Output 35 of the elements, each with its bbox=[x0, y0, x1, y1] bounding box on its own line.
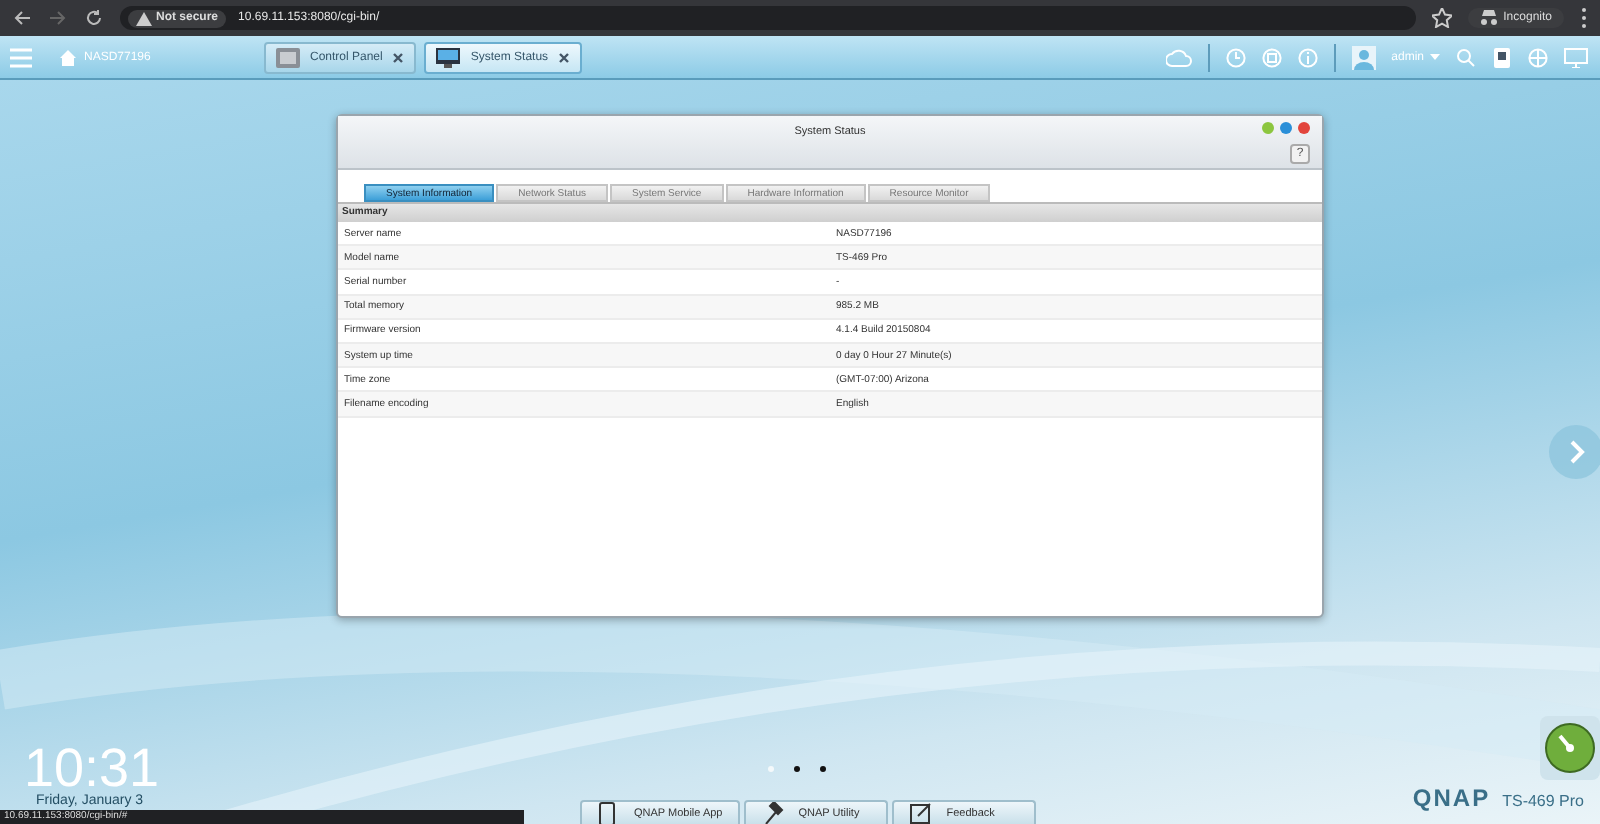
home-icon bbox=[60, 49, 76, 65]
notebook-icon[interactable] bbox=[1492, 47, 1512, 67]
globe-icon[interactable] bbox=[1528, 47, 1548, 67]
forward-icon[interactable] bbox=[48, 8, 68, 28]
search-icon[interactable] bbox=[1456, 47, 1476, 67]
monitor-icon bbox=[436, 47, 461, 67]
user-avatar-icon[interactable] bbox=[1351, 45, 1376, 69]
minimize-button[interactable] bbox=[1262, 122, 1274, 134]
reload-icon[interactable] bbox=[84, 8, 104, 28]
more-icon[interactable] bbox=[1580, 8, 1588, 28]
maximize-button[interactable] bbox=[1280, 122, 1292, 134]
clock-icon[interactable] bbox=[1225, 47, 1246, 67]
brand-logo: QNAP bbox=[1412, 784, 1491, 812]
back-icon[interactable] bbox=[12, 8, 32, 28]
cloud-icon[interactable] bbox=[1165, 47, 1192, 67]
model-label: TS-469 Pro bbox=[1502, 792, 1584, 810]
page-dot[interactable] bbox=[794, 766, 800, 772]
info-icon[interactable] bbox=[1297, 47, 1318, 67]
star-icon[interactable] bbox=[1431, 8, 1452, 28]
caret-icon bbox=[1430, 54, 1440, 60]
page-dot[interactable] bbox=[768, 766, 774, 772]
control-panel-icon bbox=[276, 47, 300, 67]
warning-icon bbox=[136, 11, 152, 25]
phone-icon bbox=[598, 801, 620, 824]
close-icon[interactable] bbox=[392, 51, 405, 63]
screen-icon[interactable] bbox=[1564, 47, 1588, 67]
incognito-icon bbox=[1479, 10, 1498, 26]
close-button[interactable] bbox=[1298, 122, 1310, 134]
page-dot[interactable] bbox=[820, 766, 826, 772]
edit-icon bbox=[910, 801, 933, 824]
clock-time: 10:31 bbox=[24, 742, 160, 796]
dashboard-gauge-icon[interactable] bbox=[1540, 716, 1600, 780]
hammer-icon bbox=[762, 801, 785, 824]
close-icon[interactable] bbox=[558, 51, 571, 63]
next-page-button[interactable] bbox=[1548, 424, 1600, 480]
